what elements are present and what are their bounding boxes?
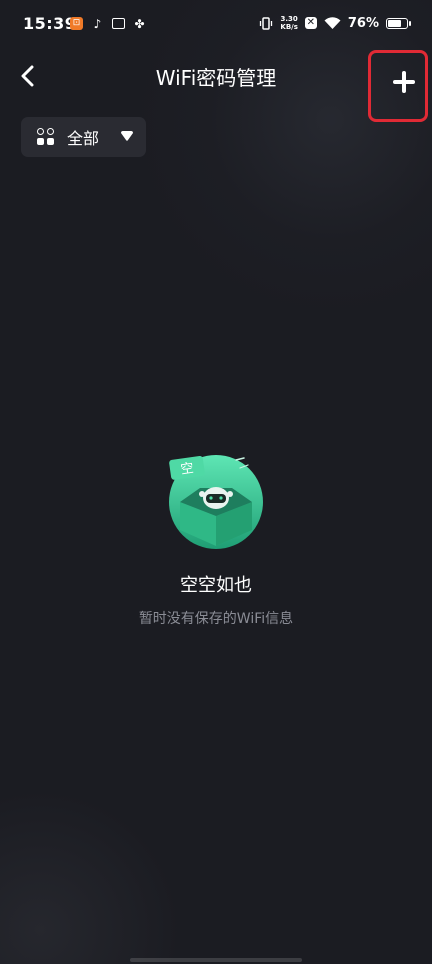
add-button[interactable]	[368, 50, 428, 122]
fan-icon: ✤	[134, 16, 145, 31]
filter-label: 全部	[67, 129, 100, 148]
plus-icon	[393, 71, 415, 93]
battery-fill	[388, 19, 401, 27]
filter-dropdown[interactable]: 全部	[21, 117, 146, 157]
grid-icon	[37, 128, 55, 146]
vibrate-icon	[260, 16, 273, 30]
orange-app-icon: ⊡	[70, 17, 83, 30]
chat-box-icon	[112, 18, 125, 29]
battery-percent: 76%	[347, 15, 379, 31]
status-right-icons: 3.30 KB/s ✕ 76%	[259, 15, 411, 31]
empty-state-title: 空空如也	[180, 575, 252, 596]
battery-icon	[386, 17, 411, 29]
empty-badge-text: 空	[180, 461, 195, 478]
net-speed-value: 3.30	[280, 15, 298, 23]
empty-state-subtitle: 暂时没有保存的WiFi信息	[138, 611, 294, 627]
x-app-icon: ✕	[304, 17, 317, 29]
tiktok-icon: ♪	[93, 16, 102, 31]
home-indicator	[130, 958, 302, 962]
empty-box-illustration: 空	[169, 455, 263, 549]
status-time: 15:39	[23, 14, 77, 33]
notification-icons: ⊡ ♪ ✤	[70, 17, 146, 30]
status-bar: 15:39 ⊡ ♪ ✤ 3.30 KB/s ✕ 76%	[0, 0, 432, 50]
net-speed: 3.30 KB/s	[280, 15, 297, 31]
net-speed-unit: KB/s	[280, 23, 298, 31]
wifi-icon	[324, 16, 341, 29]
caret-down-icon	[121, 131, 133, 141]
